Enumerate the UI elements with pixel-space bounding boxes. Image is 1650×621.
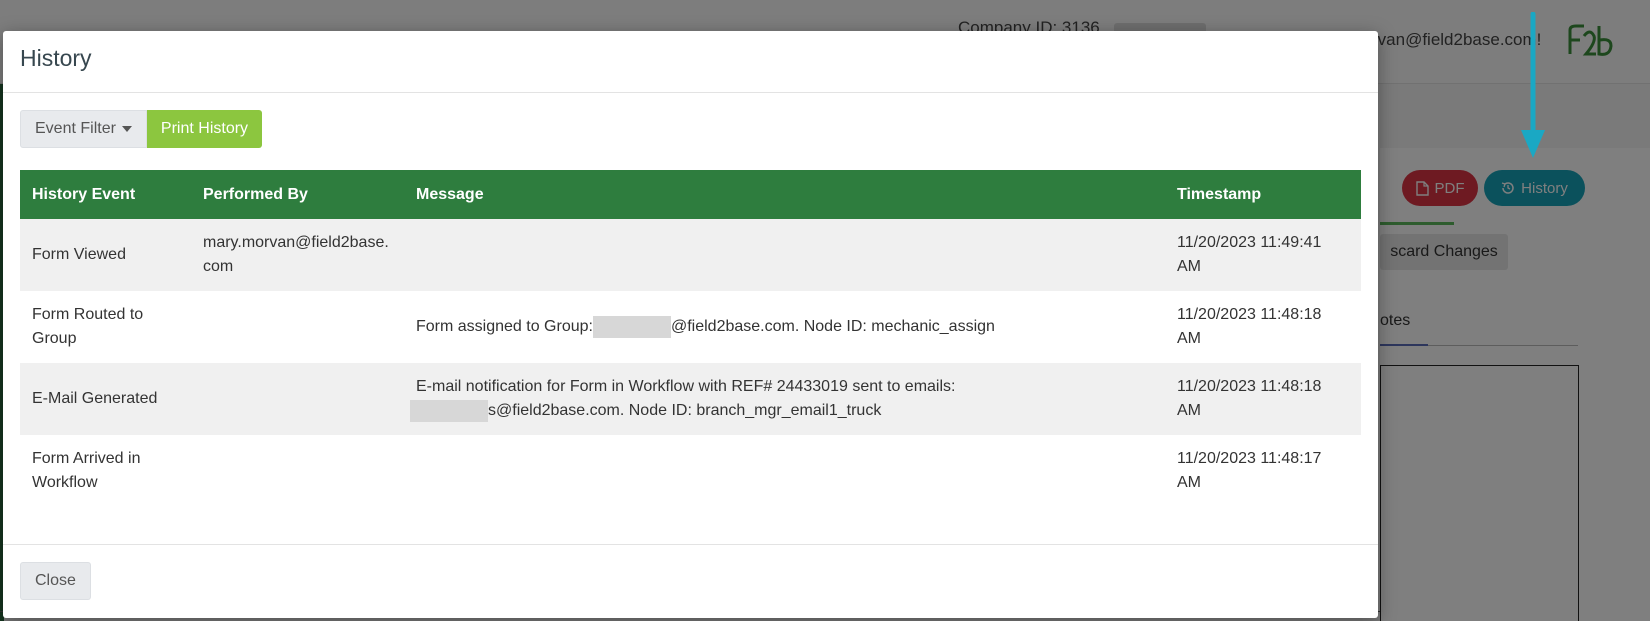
cell-timestamp: 11/20/2023 11:48:18 AM <box>1165 291 1361 363</box>
cell-performed-by <box>191 363 404 435</box>
arrow-down-icon <box>1521 12 1545 158</box>
event-text: Form Routed to Group <box>32 306 144 347</box>
cell-message: E-mail notification for Form in Workflow… <box>404 363 1165 435</box>
header-message: Message <box>404 170 1165 219</box>
header-performed-by: Performed By <box>191 170 404 219</box>
cell-message <box>404 435 1165 507</box>
close-button[interactable]: Close <box>20 562 91 600</box>
message-text-post: @field2base.com. Node ID: mechanic_assig… <box>670 318 995 335</box>
message-text-pre: E-mail notification for Form in Workflow… <box>416 378 956 395</box>
caret-down-icon <box>121 126 132 132</box>
performed-by-text: mary.morvan@field2base.com <box>203 234 389 275</box>
modal-body: Event Filter Print History History Event… <box>3 93 1378 545</box>
modal-header: History <box>3 31 1378 93</box>
cell-timestamp: 11/20/2023 11:48:17 AM <box>1165 435 1361 507</box>
cell-timestamp: 11/20/2023 11:48:18 AM <box>1165 363 1361 435</box>
cell-performed-by <box>191 291 404 363</box>
timestamp-text: 11/20/2023 11:48:18 AM <box>1177 306 1322 347</box>
event-text: Form Arrived in Workflow <box>32 450 141 491</box>
history-toolbar: Event Filter Print History <box>20 110 1361 148</box>
cell-event: Form Viewed <box>20 219 191 291</box>
print-history-button[interactable]: Print History <box>146 110 263 148</box>
header-history-event: History Event <box>20 170 191 219</box>
timestamp-text: 11/20/2023 11:48:17 AM <box>1177 450 1322 491</box>
cell-timestamp: 11/20/2023 11:49:41 AM <box>1165 219 1361 291</box>
table-row: Form Viewed mary.morvan@field2base.com 1… <box>20 219 1361 291</box>
redacted-block <box>592 315 671 338</box>
table-row: E-Mail Generated E-mail notification for… <box>20 363 1361 435</box>
history-modal: History Event Filter Print History Histo… <box>3 31 1378 618</box>
header-timestamp: Timestamp <box>1165 170 1361 219</box>
redacted-block <box>410 399 488 422</box>
table-row: Form Routed to Group Form assigned to Gr… <box>20 291 1361 363</box>
history-table: History Event Performed By Message Times… <box>20 170 1361 507</box>
cell-event: E-Mail Generated <box>20 363 191 435</box>
cell-performed-by: mary.morvan@field2base.com <box>191 219 404 291</box>
modal-footer: Close <box>3 544 1378 618</box>
cell-event: Form Routed to Group <box>20 291 191 363</box>
table-row: Form Arrived in Workflow 11/20/2023 11:4… <box>20 435 1361 507</box>
event-filter-dropdown[interactable]: Event Filter <box>20 110 147 148</box>
event-filter-label: Event Filter <box>35 120 116 137</box>
cell-performed-by <box>191 435 404 507</box>
timestamp-text: 11/20/2023 11:49:41 AM <box>1177 234 1322 275</box>
modal-title: History <box>20 45 92 71</box>
message-text-pre: Form assigned to Group: <box>416 318 593 335</box>
message-text-post: s@field2base.com. Node ID: branch_mgr_em… <box>488 402 882 419</box>
table-header-row: History Event Performed By Message Times… <box>20 170 1361 219</box>
cell-message: Form assigned to Group: @field2base.com. … <box>404 291 1165 363</box>
cell-message <box>404 219 1165 291</box>
timestamp-text: 11/20/2023 11:48:18 AM <box>1177 378 1322 419</box>
cell-event: Form Arrived in Workflow <box>20 435 191 507</box>
